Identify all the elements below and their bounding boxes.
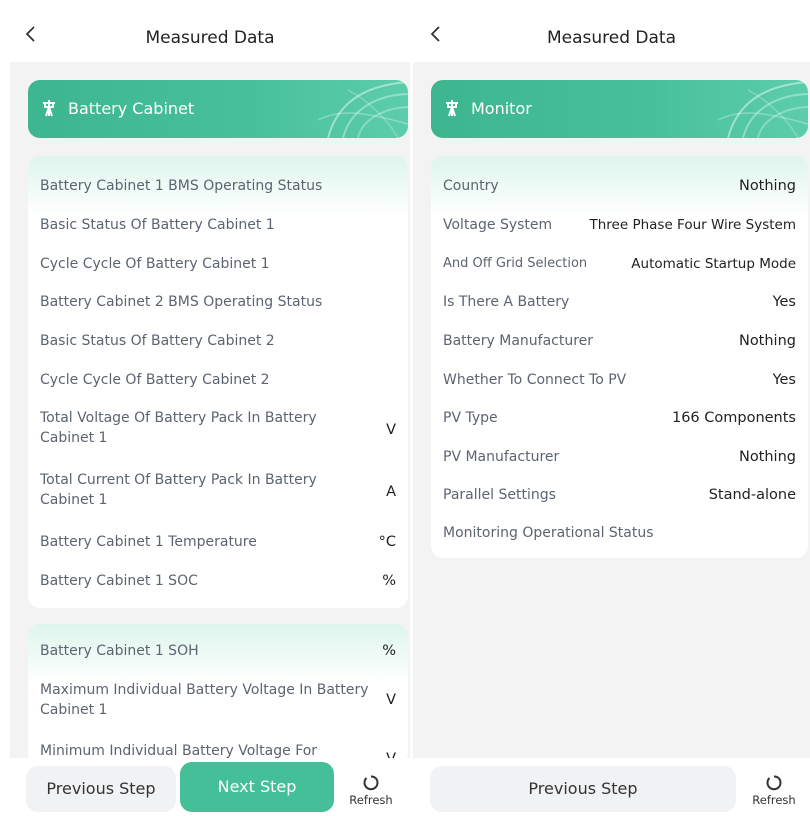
decorative-pattern [717, 81, 808, 138]
row-unit: A [386, 484, 396, 500]
row-label: Cycle Cycle Of Battery Cabinet 2 [40, 372, 270, 388]
monitor-data-card: Country Nothing Voltage System Three Pha… [431, 156, 808, 558]
section-header-battery-cabinet: Battery Cabinet [28, 80, 408, 138]
nav-bar: Measured Data [413, 0, 810, 62]
row-label: Battery Cabinet 1 Temperature [40, 534, 257, 550]
row-value: Three Phase Four Wire System [589, 217, 797, 233]
row-label: Basic Status Of Battery Cabinet 2 [40, 333, 275, 349]
transmission-tower-icon [43, 100, 55, 117]
row-unit: % [382, 643, 396, 659]
list-item: Battery Manufacturer Nothing [431, 331, 808, 351]
list-item: Battery Cabinet 1 SOH % [28, 641, 408, 661]
row-unit: % [382, 573, 396, 589]
monitor-screen: Measured Data Monitor Country Nothing Vo… [413, 0, 810, 816]
row-label: Total Voltage Of Battery Pack In Battery… [40, 410, 317, 446]
battery-data-card-2: Battery Cabinet 1 SOH % Maximum Individu… [28, 624, 408, 764]
row-label: Country [443, 178, 499, 194]
row-label: Parallel Settings [443, 487, 556, 503]
row-unit: °C [378, 534, 396, 550]
list-item: Cycle Cycle Of Battery Cabinet 2 [28, 370, 408, 390]
list-item: Parallel Settings Stand-alone [431, 485, 808, 505]
list-item: Country Nothing [431, 176, 808, 196]
page-title: Measured Data [145, 28, 275, 48]
nav-bar: Measured Data [10, 0, 410, 62]
row-unit: V [386, 422, 396, 438]
list-item: Monitoring Operational Status [431, 523, 808, 543]
list-item: Total Current Of Battery Pack In Battery… [28, 470, 408, 512]
row-label: Total Current Of Battery Pack In Battery… [40, 472, 317, 508]
row-unit: V [386, 692, 396, 708]
list-item: Total Voltage Of Battery Pack In Battery… [28, 408, 408, 450]
list-item: Battery Cabinet 1 SOC % [28, 571, 408, 591]
row-label: Battery Cabinet 1 SOC [40, 573, 198, 589]
row-label: Basic Status Of Battery Cabinet 1 [40, 217, 275, 233]
previous-step-button[interactable]: Previous Step [430, 766, 736, 812]
section-title: Monitor [471, 99, 532, 118]
decorative-pattern [317, 81, 408, 138]
row-label: Battery Cabinet 2 BMS Operating Status [40, 294, 323, 310]
refresh-label: Refresh [349, 793, 393, 807]
list-item: Battery Cabinet 2 BMS Operating Status [28, 292, 408, 312]
row-label: And Off Grid Selection [443, 256, 588, 271]
list-item: Is There A Battery Yes [431, 292, 808, 312]
row-value: Automatic Startup Mode [631, 256, 796, 272]
bottom-action-bar: Previous Step Next Step Refresh [10, 758, 410, 816]
next-step-button[interactable]: Next Step [180, 762, 334, 812]
row-label: Battery Manufacturer [443, 333, 594, 349]
row-value: 166 Components [671, 410, 796, 426]
battery-data-card: Battery Cabinet 1 BMS Operating Status B… [28, 156, 408, 608]
list-item: PV Manufacturer Nothing [431, 447, 808, 467]
refresh-icon [363, 775, 379, 791]
row-label: Maximum Individual Battery Voltage In Ba… [40, 682, 369, 718]
list-item: Basic Status Of Battery Cabinet 2 [28, 331, 408, 351]
row-label: Cycle Cycle Of Battery Cabinet 1 [40, 256, 270, 272]
list-item: Whether To Connect To PV Yes [431, 370, 808, 390]
refresh-button[interactable]: Refresh [749, 774, 799, 807]
row-label: Battery Cabinet 1 BMS Operating Status [40, 178, 323, 194]
row-label: PV Manufacturer [443, 449, 560, 465]
row-value: Yes [772, 372, 796, 388]
row-value: Yes [772, 294, 796, 310]
list-item: Basic Status Of Battery Cabinet 1 [28, 215, 408, 235]
list-item: Battery Cabinet 1 Temperature °C [28, 532, 408, 552]
previous-step-button[interactable]: Previous Step [26, 766, 176, 812]
row-label: Battery Cabinet 1 SOH [40, 643, 199, 659]
refresh-icon [766, 775, 782, 791]
page-title: Measured Data [546, 28, 677, 48]
list-item: PV Type 166 Components [431, 408, 808, 428]
row-label: Monitoring Operational Status [443, 525, 654, 541]
refresh-label: Refresh [752, 793, 796, 807]
row-label: Whether To Connect To PV [443, 372, 627, 388]
battery-cabinet-screen: Measured Data Battery Cabinet Battery Ca… [10, 0, 410, 816]
transmission-tower-icon [446, 100, 458, 117]
list-item: Battery Cabinet 1 BMS Operating Status [28, 176, 408, 196]
list-item: Voltage System Three Phase Four Wire Sys… [431, 215, 808, 235]
refresh-button[interactable]: Refresh [346, 774, 396, 807]
row-value: Nothing [738, 178, 796, 194]
section-title: Battery Cabinet [68, 99, 195, 118]
row-value: Nothing [738, 449, 796, 465]
section-header-monitor: Monitor [431, 80, 808, 138]
row-label: Voltage System [443, 217, 553, 233]
list-item: Cycle Cycle Of Battery Cabinet 1 [28, 254, 408, 274]
row-label: PV Type [443, 410, 498, 426]
list-item: And Off Grid Selection Automatic Startup… [431, 254, 808, 274]
bottom-action-bar: Previous Step Refresh [413, 758, 810, 816]
row-value: Nothing [738, 333, 796, 349]
list-item: Maximum Individual Battery Voltage In Ba… [28, 680, 408, 722]
row-value: Stand-alone [708, 487, 796, 503]
row-label: Is There A Battery [443, 294, 570, 310]
